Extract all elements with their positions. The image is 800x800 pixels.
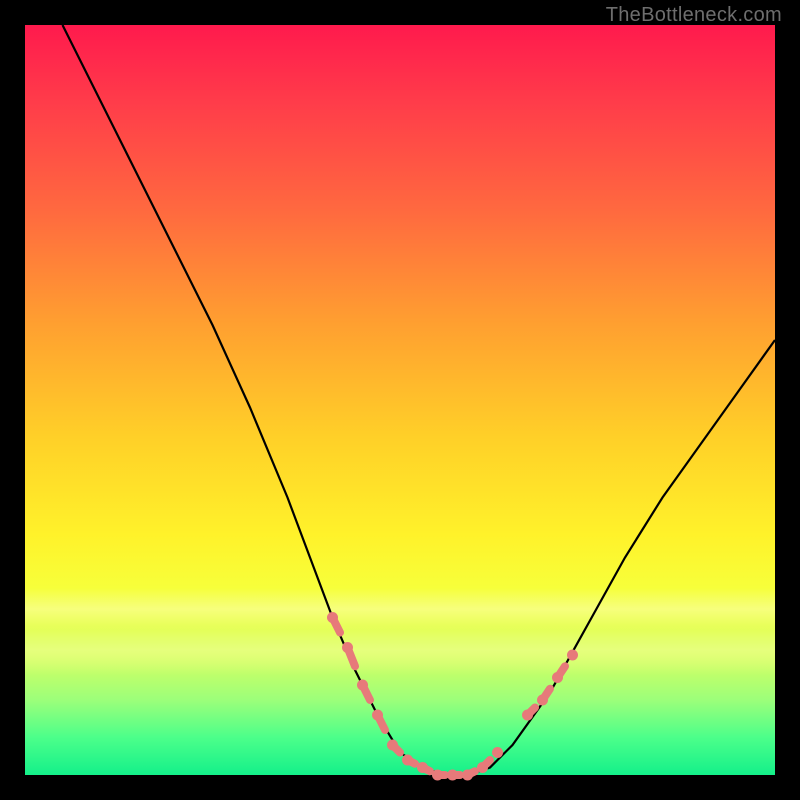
marker-segment bbox=[333, 618, 341, 633]
marker-segment bbox=[378, 715, 386, 730]
chart-svg bbox=[25, 25, 775, 775]
marker-segment bbox=[543, 689, 551, 700]
curve-markers bbox=[327, 612, 578, 781]
marker-segment bbox=[393, 745, 401, 753]
marker-segment bbox=[558, 666, 566, 677]
marker-dot bbox=[492, 747, 503, 758]
marker-segment bbox=[363, 685, 371, 700]
attribution-label: TheBottleneck.com bbox=[606, 4, 782, 27]
marker-segment bbox=[348, 648, 356, 667]
marker-segment bbox=[528, 708, 536, 716]
marker-segment bbox=[483, 760, 491, 768]
marker-dot bbox=[567, 650, 578, 661]
bottleneck-curve bbox=[63, 25, 776, 775]
marker-segment bbox=[408, 760, 416, 764]
marker-segment bbox=[423, 768, 431, 772]
marker-segment bbox=[468, 771, 476, 775]
